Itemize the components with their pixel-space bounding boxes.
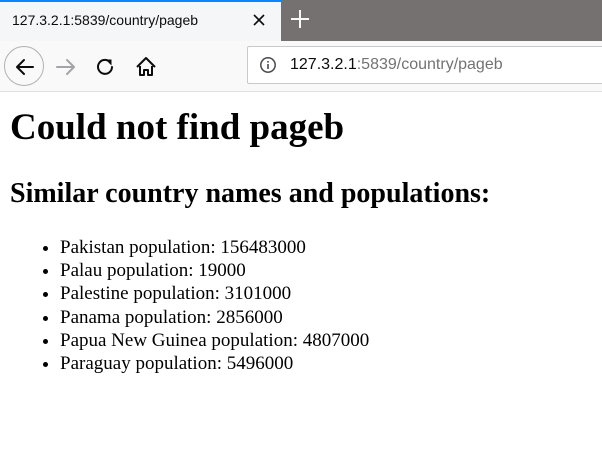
list-item: Paraguay population: 5496000	[60, 352, 369, 375]
forward-arrow-icon	[56, 59, 75, 75]
info-icon[interactable]	[259, 56, 277, 74]
country-list: Pakistan population: 156483000 Palau pop…	[0, 236, 369, 375]
list-item: Papua New Guinea population: 4807000	[60, 329, 369, 352]
reload-icon	[97, 58, 113, 75]
list-item: Palau population: 19000	[60, 259, 369, 282]
address-bar[interactable]: 127.3.2.1:5839/country/pageb	[247, 46, 602, 84]
back-arrow-icon	[16, 59, 34, 75]
forward-button[interactable]	[53, 54, 79, 80]
home-icon	[136, 57, 156, 76]
url-path: :5839/country/pageb	[356, 56, 503, 73]
list-item: Palestine population: 3101000	[60, 282, 369, 305]
page-content: Could not find pageb Similar country nam…	[0, 92, 602, 457]
reload-button[interactable]	[92, 54, 118, 80]
url-text[interactable]: 127.3.2.1:5839/country/pageb	[290, 56, 503, 74]
page-subtitle: Similar country names and populations:	[10, 178, 491, 209]
url-host: 127.3.2.1	[290, 56, 357, 73]
home-button[interactable]	[133, 54, 159, 80]
tab-title: 127.3.2.1:5839/country/pageb	[12, 12, 199, 28]
back-button[interactable]	[4, 46, 44, 86]
close-icon[interactable]	[249, 10, 269, 30]
active-tab[interactable]: 127.3.2.1:5839/country/pageb	[0, 0, 281, 41]
list-item: Pakistan population: 156483000	[60, 236, 369, 259]
navigation-toolbar: 127.3.2.1:5839/country/pageb	[0, 41, 602, 92]
page-title: Could not find pageb	[10, 107, 345, 148]
list-item: Panama population: 2856000	[60, 306, 369, 329]
new-tab-plus-icon[interactable]	[288, 7, 312, 31]
tab-strip: 127.3.2.1:5839/country/pageb	[0, 0, 602, 41]
